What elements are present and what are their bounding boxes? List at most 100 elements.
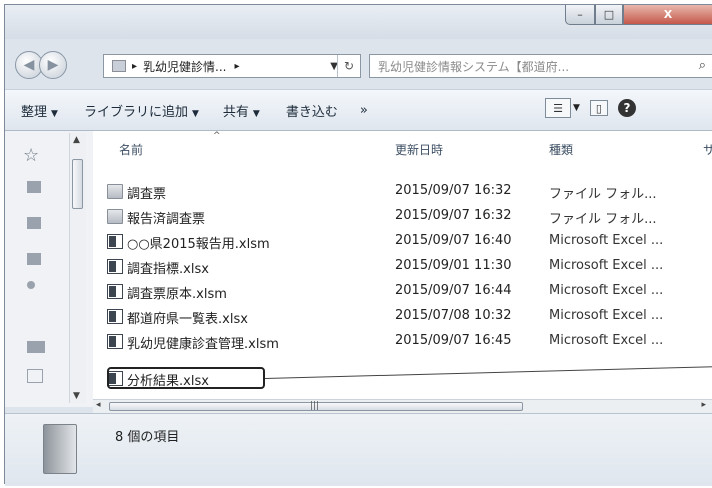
file-type: ファイル フォル... (549, 212, 657, 227)
excel-file-icon (107, 284, 123, 299)
search-icon[interactable]: ⌕ (699, 58, 706, 73)
folder-icon (107, 209, 123, 224)
list-item[interactable]: 調査票原本.xlsm 2015/09/07 16:44 Microsoft Ex… (93, 281, 712, 303)
favorites-star-icon[interactable]: ☆ (23, 145, 39, 166)
file-name: 調査指標.xlsx (127, 262, 209, 277)
file-modified: 2015/09/07 16:32 (395, 208, 512, 223)
sort-ascending-icon: ^ (213, 131, 221, 141)
list-item[interactable]: 報告済調査票 2015/09/07 16:32 ファイル フォル... (93, 206, 712, 228)
file-type: Microsoft Excel ... (549, 333, 664, 348)
maximize-button[interactable]: □ (595, 5, 623, 25)
view-controls: ☰ ▼ ▯ ? (545, 98, 636, 118)
navigation-row: ◀ ▶ ▸ 乳幼児健診情... ▸ ▼ ↻ 乳幼児健診情報システム【都道府...… (5, 47, 712, 87)
desktop-icon[interactable] (27, 181, 41, 193)
file-modified: 2015/09/07 16:40 (395, 233, 512, 248)
excel-file-icon (107, 259, 123, 274)
file-list: ^ 名前 更新日時 種類 サ 調査票 2015/09/07 16:32 ファイル… (93, 131, 712, 399)
drive-icon[interactable] (27, 369, 43, 383)
scroll-right-icon[interactable]: ▸ (701, 400, 706, 410)
title-bar: – □ X (5, 5, 712, 39)
list-item[interactable]: 調査指標.xlsx 2015/09/01 11:30 Microsoft Exc… (93, 256, 712, 278)
more-commands-button[interactable]: » (360, 103, 368, 118)
file-modified: 2015/09/01 11:30 (395, 258, 512, 273)
details-pane: 8 個の項目 (5, 413, 712, 486)
file-name: 報告済調査票 (127, 212, 206, 227)
file-type: Microsoft Excel ... (549, 308, 664, 323)
chevron-down-icon: ▼ (51, 108, 58, 119)
breadcrumb-arrow[interactable]: ▸ (234, 61, 239, 72)
file-modified: 2015/07/08 10:32 (395, 308, 512, 323)
file-name: ○○県2015報告用.xlsm (127, 237, 270, 252)
file-type: Microsoft Excel ... (549, 233, 664, 248)
back-arrow-icon: ◀ (23, 57, 35, 73)
folder-icon (107, 184, 123, 199)
list-item[interactable]: 都道府県一覧表.xlsx 2015/07/08 10:32 Microsoft … (93, 306, 712, 328)
search-input[interactable]: 乳幼児健診情報システム【都道府... ⌕ (369, 54, 712, 78)
close-icon: X (663, 8, 673, 21)
maximize-icon: □ (603, 8, 615, 21)
file-name: 調査票原本.xlsm (127, 287, 227, 302)
help-icon[interactable]: ? (617, 99, 636, 117)
close-button[interactable]: X (623, 5, 712, 25)
list-item[interactable]: 乳幼児健康診査管理.xlsm 2015/09/07 16:45 Microsof… (93, 331, 712, 353)
grip-icon: ||| (310, 401, 320, 411)
search-placeholder: 乳幼児健診情報システム【都道府... (378, 59, 570, 74)
address-bar[interactable]: ▸ 乳幼児健診情... ▸ ▼ ↻ (103, 54, 361, 78)
file-type: Microsoft Excel ... (549, 258, 664, 273)
explorer-window: – □ X ◀ ▶ ▸ 乳幼児健診情... ▸ ▼ ↻ 乳幼児健診情報システム【… (4, 4, 712, 486)
add-to-library-label: ライブラリに追加 (83, 104, 188, 120)
minimize-icon: – (577, 8, 583, 21)
organize-label: 整理 (21, 104, 48, 120)
column-header-type[interactable]: 種類 (549, 141, 573, 158)
column-header-modified[interactable]: 更新日時 (395, 141, 443, 158)
file-name: 調査票 (127, 187, 167, 202)
music-icon[interactable] (27, 281, 35, 289)
horizontal-scrollbar[interactable]: ◂ ||| ▸ (93, 399, 712, 414)
help-glyph: ? (623, 101, 631, 115)
view-dropdown-icon[interactable]: ▼ (573, 103, 580, 113)
add-to-library-menu[interactable]: ライブラリに追加 ▼ (84, 101, 199, 120)
excel-file-icon (107, 334, 123, 349)
scroll-left-icon[interactable]: ◂ (96, 400, 101, 410)
refresh-icon[interactable]: ↻ (337, 55, 360, 77)
column-header-size[interactable]: サ (703, 141, 712, 158)
file-modified: 2015/09/07 16:45 (395, 333, 512, 348)
organize-menu[interactable]: 整理 ▼ (21, 101, 58, 120)
breadcrumb-path[interactable]: 乳幼児健診情... (143, 58, 226, 75)
column-header-name[interactable]: 名前 (119, 141, 143, 158)
file-type: ファイル フォル... (549, 187, 657, 202)
excel-file-icon (107, 309, 123, 324)
excel-file-icon (107, 234, 123, 249)
computer-icon[interactable] (27, 341, 45, 353)
view-list-icon: ☰ (553, 101, 563, 115)
command-bar: 整理 ▼ ライブラリに追加 ▼ 共有 ▼ 書き込む » ☰ ▼ ▯ ? (5, 89, 712, 131)
preview-pane-button[interactable]: ▯ (589, 100, 608, 116)
forward-arrow-icon: ▶ (47, 57, 59, 73)
recent-places-icon[interactable] (27, 253, 41, 265)
navigation-pane: ☆ ▲ ▼ (5, 131, 94, 407)
highlight-callout-box (107, 367, 265, 389)
scroll-thumb[interactable]: ||| (109, 401, 523, 411)
change-view-button[interactable]: ☰ (545, 98, 571, 118)
list-item[interactable]: ○○県2015報告用.xlsm 2015/09/07 16:40 Microso… (93, 231, 712, 253)
list-item[interactable]: 調査票 2015/09/07 16:32 ファイル フォル... (93, 181, 712, 203)
burn-button[interactable]: 書き込む (286, 101, 338, 120)
scroll-down-icon[interactable]: ▼ (73, 391, 80, 401)
preview-pane-icon: ▯ (595, 101, 602, 115)
chevron-down-icon: ▼ (191, 108, 199, 119)
nav-scrollbar[interactable]: ▲ ▼ (69, 133, 86, 403)
minimize-button[interactable]: – (565, 5, 595, 25)
scroll-thumb[interactable] (72, 159, 83, 209)
share-label: 共有 (222, 104, 249, 120)
breadcrumb-separator: ▸ (132, 60, 138, 72)
share-menu[interactable]: 共有 ▼ (223, 101, 260, 120)
item-count: 8 個の項目 (115, 430, 180, 445)
chevron-down-icon: ▼ (252, 108, 260, 119)
file-type: Microsoft Excel ... (549, 283, 664, 298)
file-name: 乳幼児健康診査管理.xlsm (127, 337, 279, 352)
scroll-up-icon[interactable]: ▲ (73, 135, 80, 145)
folder-icon (43, 424, 77, 474)
forward-button[interactable]: ▶ (39, 51, 67, 79)
downloads-icon[interactable] (27, 217, 41, 229)
file-modified: 2015/09/07 16:44 (395, 283, 512, 298)
